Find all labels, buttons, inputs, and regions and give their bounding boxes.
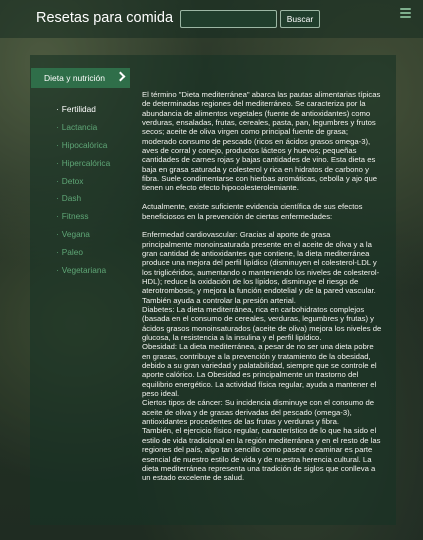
sidebar-item-hipocalórica[interactable]: · Hipocalórica [56, 140, 110, 158]
article-paragraph: El término "Dieta mediterránea" abarca l… [142, 90, 381, 193]
article-paragraph: Diabetes: La dieta mediterránea, rica en… [142, 305, 382, 343]
sidebar-item-label: Hipocalórica [61, 139, 108, 150]
sidebar-item-label: Fitness [61, 211, 89, 222]
bullet-icon: · [56, 104, 59, 114]
sidebar-item-label: Paleo [61, 247, 83, 258]
sidebar-item-vegana[interactable]: · Vegana [56, 229, 110, 247]
sidebar-item-fitness[interactable]: · Fitness [56, 211, 110, 229]
search-input[interactable] [180, 10, 277, 28]
sidebar-item-fertilidad[interactable]: · Fertilidad [56, 104, 110, 122]
article-paragraph: Ciertos tipos de cáncer: Su incidencia d… [142, 398, 375, 427]
bullet-icon: · [56, 175, 59, 186]
sidebar-item-vegetariana[interactable]: · Vegetariana [56, 265, 110, 283]
bullet-icon: · [56, 193, 59, 204]
bullet-icon: · [56, 247, 59, 258]
search-button[interactable]: Buscar [280, 10, 320, 28]
bullet-icon: · [56, 211, 59, 222]
article-paragraph: Enfermedad cardiovascular: Gracias al ap… [142, 230, 380, 305]
sidebar-diet-list: · Fertilidad · Lactancia · Hipocalórica · Hiper… [56, 104, 110, 283]
article-paragraph: Obesidad: La dieta mediterránea, a pesar… [142, 342, 377, 399]
sidebar-item-lactancia[interactable]: · Lactancia [56, 122, 110, 140]
bullet-icon: · [56, 229, 59, 240]
sidebar-item-label: Hipercalórica [61, 157, 111, 168]
sidebar-item-hipercalórica[interactable]: · Hipercalórica [56, 158, 110, 176]
category-label: Dieta y nutrición [44, 73, 105, 83]
sidebar-item-label: Lactancia [61, 121, 98, 132]
top-bar: Resetas para comida Buscar [0, 0, 423, 38]
sidebar-item-label: Vegetariana [61, 265, 107, 276]
sidebar-item-label: Detox [61, 175, 84, 186]
sidebar-item-label: Dash [61, 193, 82, 204]
hamburger-menu-icon[interactable] [400, 8, 411, 20]
sidebar-item-label: Fertilidad [61, 104, 96, 114]
article-paragraph: También, el ejercicio físico regular, ca… [142, 426, 381, 483]
sidebar-item-paleo[interactable]: · Paleo [56, 247, 110, 265]
article-body: El término "Dieta mediterránea" abarca l… [142, 90, 382, 483]
sidebar-item-detox[interactable]: · Detox [56, 176, 110, 194]
chevron-right-icon [115, 71, 126, 82]
bullet-icon: · [56, 121, 59, 132]
sidebar-item-dash[interactable]: · Dash [56, 193, 110, 211]
sidebar-item-label: Vegana [61, 229, 90, 240]
bullet-icon: · [56, 139, 59, 150]
bullet-icon: · [56, 265, 59, 276]
bullet-icon: · [56, 157, 59, 168]
page-title: Resetas para comida [36, 10, 174, 26]
article-paragraph: Actualmente, existe suficiente evidencia… [142, 202, 363, 221]
category-dropdown-button[interactable]: Dieta y nutrición [31, 68, 130, 88]
